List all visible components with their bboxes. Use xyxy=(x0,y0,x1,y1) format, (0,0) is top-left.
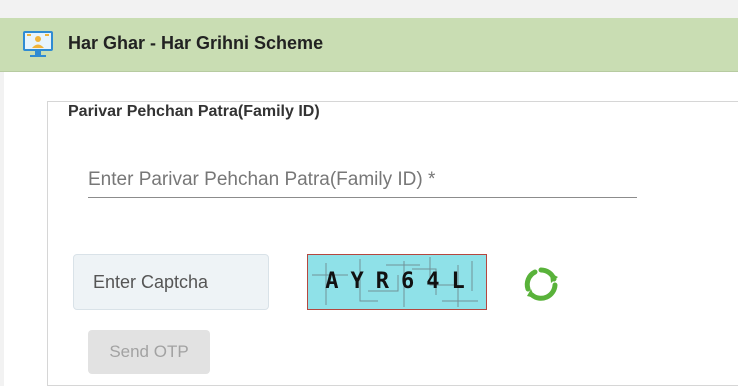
family-id-input[interactable] xyxy=(88,163,637,198)
family-id-legend: Parivar Pehchan Patra(Family ID) xyxy=(62,103,326,121)
captcha-text: AYR64L xyxy=(325,269,477,294)
monitor-user-icon xyxy=(21,29,55,59)
page-title: Har Ghar - Har Grihni Scheme xyxy=(68,33,324,53)
refresh-icon[interactable] xyxy=(522,265,560,303)
captcha-image: AYR64L xyxy=(307,254,487,310)
top-strip xyxy=(0,0,738,18)
page-header: Har Ghar - Har Grihni Scheme xyxy=(0,18,738,72)
send-otp-button[interactable]: Send OTP xyxy=(88,330,210,374)
captcha-input[interactable] xyxy=(73,254,269,310)
